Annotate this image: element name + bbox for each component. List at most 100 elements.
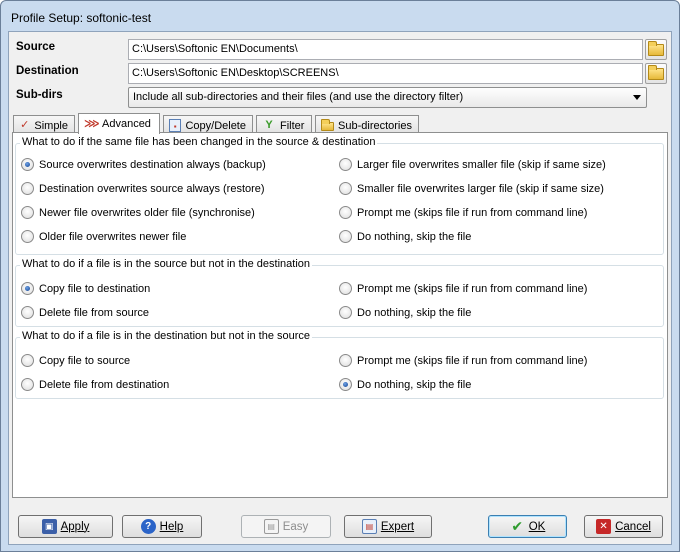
- option-prompt-me[interactable]: Prompt me (skips file if run from comman…: [339, 354, 587, 367]
- option-label: Copy file to source: [39, 354, 131, 367]
- tab-simple[interactable]: ✓ Simple: [13, 115, 75, 133]
- easy-button[interactable]: ▤ Easy: [241, 515, 331, 538]
- expert-label: Expert: [380, 520, 415, 533]
- option-label: Do nothing, skip the file: [357, 306, 472, 319]
- option-source-overwrites[interactable]: Source overwrites destination always (ba…: [21, 158, 266, 171]
- option-label: Older file overwrites newer file: [39, 230, 187, 243]
- destination-label: Destination: [16, 65, 79, 77]
- filter-icon: Y: [265, 119, 273, 131]
- tab-filter-label: Filter: [280, 119, 305, 132]
- help-icon: ?: [140, 519, 156, 534]
- option-delete-from-destination[interactable]: Delete file from destination: [21, 378, 169, 391]
- option-label: Source overwrites destination always (ba…: [39, 158, 266, 171]
- option-label: Smaller file overwrites larger file (ski…: [357, 182, 604, 195]
- folder-icon: [648, 40, 664, 56]
- option-prompt-me[interactable]: Prompt me (skips file if run from comman…: [339, 282, 587, 295]
- simple-icon: ✓: [20, 119, 30, 131]
- browse-source-button[interactable]: [645, 39, 667, 60]
- option-copy-to-destination[interactable]: Copy file to destination: [21, 282, 150, 295]
- tab-sub-directories-label: Sub-directories: [338, 119, 412, 132]
- tab-sub-directories[interactable]: Sub-directories: [315, 115, 419, 133]
- easy-mode-icon: ▤: [263, 519, 279, 534]
- option-do-nothing[interactable]: Do nothing, skip the file: [339, 306, 471, 319]
- ok-button[interactable]: ✔ OK: [488, 515, 567, 538]
- radio-button[interactable]: [21, 158, 34, 171]
- option-newer-overwrites-older[interactable]: Newer file overwrites older file (synchr…: [21, 206, 255, 219]
- option-label: Prompt me (skips file if run from comman…: [357, 354, 588, 367]
- help-label: Help: [159, 520, 184, 533]
- subdirs-dropdown[interactable]: Include all sub-directories and their fi…: [128, 87, 647, 108]
- save-disk-icon: ▣: [41, 519, 57, 534]
- source-only-group: What to do if a file is in the source bu…: [15, 258, 664, 327]
- radio-button[interactable]: [21, 206, 34, 219]
- group-title: What to do if a file is in the destinati…: [20, 330, 313, 342]
- subdirs-label: Sub-dirs: [16, 89, 63, 101]
- option-delete-from-source[interactable]: Delete file from source: [21, 306, 149, 319]
- radio-button[interactable]: [339, 282, 352, 295]
- easy-label: Easy: [282, 520, 309, 533]
- dropdown-arrow-icon: [633, 95, 641, 100]
- ok-label: OK: [528, 520, 546, 533]
- option-label: Destination overwrites source always (re…: [39, 182, 265, 195]
- radio-button[interactable]: [339, 230, 352, 243]
- radio-button[interactable]: [21, 378, 34, 391]
- expert-button[interactable]: ▤ Expert: [344, 515, 432, 538]
- radio-button[interactable]: [339, 354, 352, 367]
- radio-button[interactable]: [339, 182, 352, 195]
- option-label: Copy file to destination: [39, 282, 151, 295]
- option-do-nothing[interactable]: Do nothing, skip the file: [339, 378, 471, 391]
- group-title: What to do if the same file has been cha…: [20, 136, 378, 148]
- radio-button[interactable]: [21, 354, 34, 367]
- tab-advanced[interactable]: ⋙ Advanced: [78, 113, 160, 134]
- advanced-tab-panel: What to do if the same file has been cha…: [12, 132, 668, 498]
- browse-destination-button[interactable]: [645, 63, 667, 84]
- option-larger-overwrites-smaller[interactable]: Larger file overwrites smaller file (ski…: [339, 158, 606, 171]
- radio-button[interactable]: [21, 306, 34, 319]
- tab-advanced-label: Advanced: [102, 118, 151, 130]
- option-label: Newer file overwrites older file (synchr…: [39, 206, 255, 219]
- apply-button[interactable]: ▣ Apply: [18, 515, 113, 538]
- group-title: What to do if a file is in the source bu…: [20, 258, 313, 270]
- tab-simple-label: Simple: [34, 119, 68, 132]
- destination-only-group: What to do if a file is in the destinati…: [15, 330, 664, 399]
- expert-mode-icon: ▤: [361, 519, 377, 534]
- dialog-client-area: Source C:\Users\Softonic EN\Documents\ D…: [8, 31, 672, 545]
- profile-setup-window: Profile Setup: softonic-test Source C:\U…: [0, 0, 680, 552]
- copy-delete-icon: ▪: [169, 119, 182, 132]
- option-label: Prompt me (skips file if run from comman…: [357, 206, 588, 219]
- option-do-nothing[interactable]: Do nothing, skip the file: [339, 230, 471, 243]
- option-smaller-overwrites-larger[interactable]: Smaller file overwrites larger file (ski…: [339, 182, 604, 195]
- radio-button[interactable]: [339, 206, 352, 219]
- window-title: Profile Setup: softonic-test: [11, 11, 152, 25]
- advanced-icon: ⋙: [84, 117, 100, 130]
- source-label: Source: [16, 41, 55, 53]
- help-button[interactable]: ? Help: [122, 515, 202, 538]
- option-destination-overwrites[interactable]: Destination overwrites source always (re…: [21, 182, 265, 195]
- tab-copy-delete-label: Copy/Delete: [185, 119, 246, 132]
- apply-label: Apply: [60, 520, 90, 533]
- option-label: Do nothing, skip the file: [357, 378, 472, 391]
- radio-button[interactable]: [21, 282, 34, 295]
- option-label: Do nothing, skip the file: [357, 230, 472, 243]
- changed-file-group: What to do if the same file has been cha…: [15, 136, 664, 255]
- destination-path-field[interactable]: C:\Users\Softonic EN\Desktop\SCREENS\: [128, 63, 643, 84]
- close-icon: ✕: [596, 519, 612, 534]
- option-prompt-me[interactable]: Prompt me (skips file if run from comman…: [339, 206, 587, 219]
- option-older-overwrites-newer[interactable]: Older file overwrites newer file: [21, 230, 186, 243]
- option-copy-to-source[interactable]: Copy file to source: [21, 354, 130, 367]
- radio-button[interactable]: [21, 230, 34, 243]
- radio-button[interactable]: [339, 378, 352, 391]
- option-label: Delete file from destination: [39, 378, 170, 391]
- radio-button[interactable]: [339, 306, 352, 319]
- cancel-button[interactable]: ✕ Cancel: [584, 515, 663, 538]
- tab-filter[interactable]: Y Filter: [256, 115, 312, 133]
- option-label: Larger file overwrites smaller file (ski…: [357, 158, 606, 171]
- option-label: Prompt me (skips file if run from comman…: [357, 282, 588, 295]
- radio-button[interactable]: [21, 182, 34, 195]
- option-label: Delete file from source: [39, 306, 150, 319]
- radio-button[interactable]: [339, 158, 352, 171]
- source-path-field[interactable]: C:\Users\Softonic EN\Documents\: [128, 39, 643, 60]
- tab-copy-delete[interactable]: ▪ Copy/Delete: [163, 115, 253, 133]
- folder-icon: [648, 64, 664, 80]
- cancel-label: Cancel: [615, 520, 651, 533]
